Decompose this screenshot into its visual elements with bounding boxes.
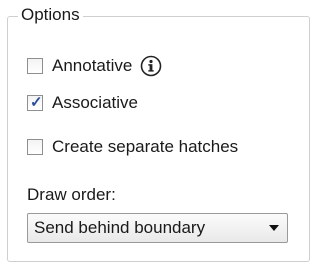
separate-hatches-label: Create separate hatches: [52, 137, 239, 156]
associative-label: Associative: [52, 93, 138, 112]
separate-hatches-checkbox[interactable]: [27, 139, 43, 155]
annotative-label: Annotative: [52, 56, 133, 75]
associative-option[interactable]: ✓ Associative: [27, 90, 138, 116]
annotative-checkbox[interactable]: [27, 58, 43, 74]
draw-order-dropdown[interactable]: Send behind boundary: [27, 213, 288, 243]
draw-order-value: Send behind boundary: [34, 218, 206, 237]
associative-checkbox[interactable]: ✓: [27, 94, 43, 111]
checkmark-icon: ✓: [30, 94, 43, 111]
options-group-title: Options: [18, 4, 83, 26]
draw-order-label: Draw order:: [27, 185, 116, 204]
separate-hatches-option[interactable]: Create separate hatches: [27, 134, 238, 160]
dropdown-arrow-icon[interactable]: [261, 225, 287, 231]
annotative-option[interactable]: Annotative: [27, 53, 162, 79]
info-icon[interactable]: [140, 55, 162, 77]
